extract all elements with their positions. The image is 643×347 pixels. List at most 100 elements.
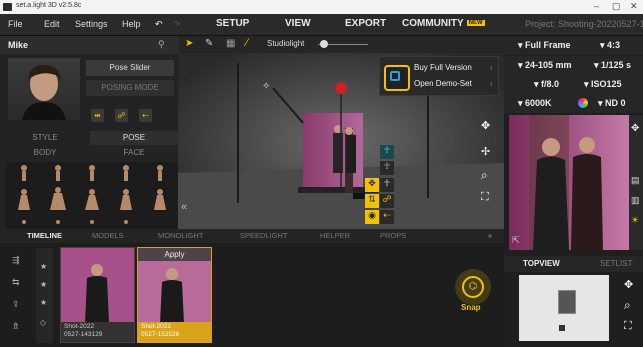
open-demo-set-link[interactable]: Open Demo-Set [414, 79, 472, 88]
snap-button-label[interactable]: Snap [461, 303, 481, 312]
mode-community-label: COMMUNITY [402, 18, 464, 29]
pan-icon[interactable]: ✢ [481, 145, 490, 158]
menu-edit[interactable]: Edit [44, 19, 60, 29]
ratio-value: 4:3 [607, 40, 621, 50]
nd-value: ND 0 [605, 98, 626, 108]
collapse-down-icon[interactable]: » [488, 231, 492, 240]
tab-setlist[interactable]: SETLIST [600, 259, 632, 268]
mirror-icon[interactable]: ⇹ [91, 109, 104, 122]
light-tool-icon[interactable]: ☀ [631, 215, 639, 226]
timeline-panel: ⇶ ⇆ ⇪ ⇯ ★ ★ ★ ◇ Shot-2022 0527-143129 Ap… [0, 243, 504, 347]
cyan-figure-icon[interactable]: ☥ [380, 145, 394, 159]
menu-help[interactable]: Help [122, 19, 141, 29]
menu-bar: File Edit Settings Help ↶ ↷ SETUP VIEW E… [0, 14, 643, 36]
star-icon[interactable]: ★ [40, 262, 47, 271]
shot-thumbnail-1[interactable]: Shot-2022 0527-143129 [60, 247, 135, 343]
iso-dropdown[interactable]: ▾ ISO125 [584, 79, 622, 90]
height-icon[interactable]: ⇅ [365, 194, 379, 208]
wb-dropdown[interactable]: ▾ 6000K [518, 98, 552, 109]
maximize-button[interactable]: ▢ [612, 1, 621, 12]
tab-speedlight[interactable]: SPEEDLIGHT [240, 231, 288, 240]
model-portrait [8, 58, 80, 120]
rotate-icon[interactable]: ⇠ [380, 210, 394, 224]
tab-models[interactable]: MODELS [92, 231, 124, 240]
aperture-dropdown[interactable]: ▾ f/8.0 [534, 79, 559, 90]
fit-view-icon[interactable]: ⛶ [481, 191, 489, 204]
eye-icon[interactable]: ◉ [365, 210, 379, 224]
topview-map[interactable] [519, 275, 609, 341]
star-icon-2[interactable]: ★ [40, 280, 47, 289]
topview-fit-icon[interactable]: ⛶ [624, 320, 632, 333]
pose-grid [6, 162, 178, 229]
figure-grey-icon[interactable]: ☥ [380, 161, 394, 175]
minimize-button[interactable]: – [594, 1, 599, 11]
camera-row-1: ▾ Full Frame ▾ 4:3 [504, 36, 643, 55]
mode-community[interactable]: COMMUNITY NEW [402, 18, 485, 29]
studiolight-slider-handle[interactable] [320, 40, 328, 48]
camera-preview-image [509, 115, 629, 250]
pin-icon[interactable]: ⚲ [158, 39, 165, 50]
shutter-dropdown[interactable]: ▾ 1/125 s [594, 60, 631, 71]
color-wheel-icon[interactable] [578, 98, 588, 108]
posing-mode-button[interactable]: POSING MODE [86, 80, 174, 96]
tab-body[interactable]: BODY [0, 146, 90, 160]
app-badge-inner-icon [390, 71, 400, 81]
topview-zoom-icon[interactable]: ⌕ [624, 298, 631, 313]
expand-icon[interactable]: ⇱ [512, 235, 520, 246]
pen-icon[interactable]: ✎ [205, 38, 213, 49]
tab-helper[interactable]: HELPER [320, 231, 350, 240]
pose-slider-button[interactable]: Pose Slider [86, 60, 174, 76]
tab-timeline[interactable]: TIMELINE [27, 231, 62, 240]
shot-thumbnail-2[interactable]: Apply Shot-2022 0527-152526 [137, 247, 212, 343]
tab-monolight[interactable]: MONOLIGHT [158, 231, 203, 240]
grid-icon[interactable]: ▦ [226, 38, 235, 49]
model-panel-header: Mike ⚲ [0, 36, 178, 54]
timeline-tool-4-icon[interactable]: ⇯ [12, 321, 20, 332]
chevron-right-icon-2: › [490, 79, 493, 88]
camera-orbit-icon[interactable]: ✥ [481, 119, 490, 132]
shot-1-image [61, 248, 134, 324]
mode-export[interactable]: EXPORT [345, 18, 386, 29]
shot-1-line1: Shot-2022 [64, 323, 94, 330]
redo-icon[interactable]: ↷ [173, 19, 181, 30]
tab-pose[interactable]: POSE [90, 131, 178, 145]
mode-setup[interactable]: SETUP [216, 18, 249, 29]
collapse-left-icon[interactable]: « [181, 201, 187, 213]
mode-view[interactable]: VIEW [285, 18, 311, 29]
pose-figure-icon[interactable]: ☍ [115, 109, 128, 122]
cursor-icon[interactable]: ➤ [185, 38, 193, 49]
apply-button[interactable]: Apply [138, 248, 211, 261]
stack-icon[interactable]: ▤ [631, 175, 640, 186]
menu-settings[interactable]: Settings [75, 19, 108, 29]
timeline-tool-2-icon[interactable]: ⇆ [12, 277, 20, 288]
close-button[interactable]: ✕ [630, 1, 638, 12]
topview-move-icon[interactable]: ✥ [624, 278, 633, 291]
layer-icon[interactable]: ▥ [631, 195, 640, 206]
lens-dropdown[interactable]: ▾ 24-105 mm [518, 60, 572, 71]
tab-topview[interactable]: TOPVIEW [523, 259, 560, 268]
nd-dropdown[interactable]: ▾ ND 0 [598, 98, 626, 109]
sensor-dropdown[interactable]: ▾ Full Frame [518, 40, 571, 51]
figure-up-icon[interactable]: ☥ [380, 178, 394, 192]
buy-full-version-link[interactable]: Buy Full Version [414, 63, 472, 72]
pose-arrow-icon[interactable]: ⇠ [139, 109, 152, 122]
ratio-dropdown[interactable]: ▾ 4:3 [600, 40, 620, 51]
line-icon[interactable]: ⁄ [246, 37, 248, 49]
menu-file[interactable]: File [8, 19, 23, 29]
timeline-tool-1-icon[interactable]: ⇶ [12, 255, 20, 266]
star-icon-3[interactable]: ★ [40, 298, 47, 307]
tab-props[interactable]: PROPS [380, 231, 406, 240]
timeline-tool-3-icon[interactable]: ⇪ [12, 299, 20, 310]
app-badge-icon [384, 65, 410, 91]
project-title: Project: Shooting-20220527-14065 [525, 19, 643, 29]
snap-camera-icon[interactable]: ⌬ [462, 276, 484, 298]
figure-pose-icon[interactable]: ☍ [380, 194, 394, 208]
move-icon[interactable]: ✥ [365, 178, 379, 192]
comment-icon[interactable]: ◇ [40, 318, 46, 327]
light-gizmo-icon[interactable]: ✧ [262, 81, 270, 92]
zoom-icon[interactable]: ⌕ [481, 168, 488, 183]
tab-face[interactable]: FACE [90, 146, 178, 160]
tab-style[interactable]: STYLE [0, 131, 90, 145]
undo-icon[interactable]: ↶ [155, 19, 163, 30]
move-tool-icon[interactable]: ✥ [631, 123, 639, 134]
